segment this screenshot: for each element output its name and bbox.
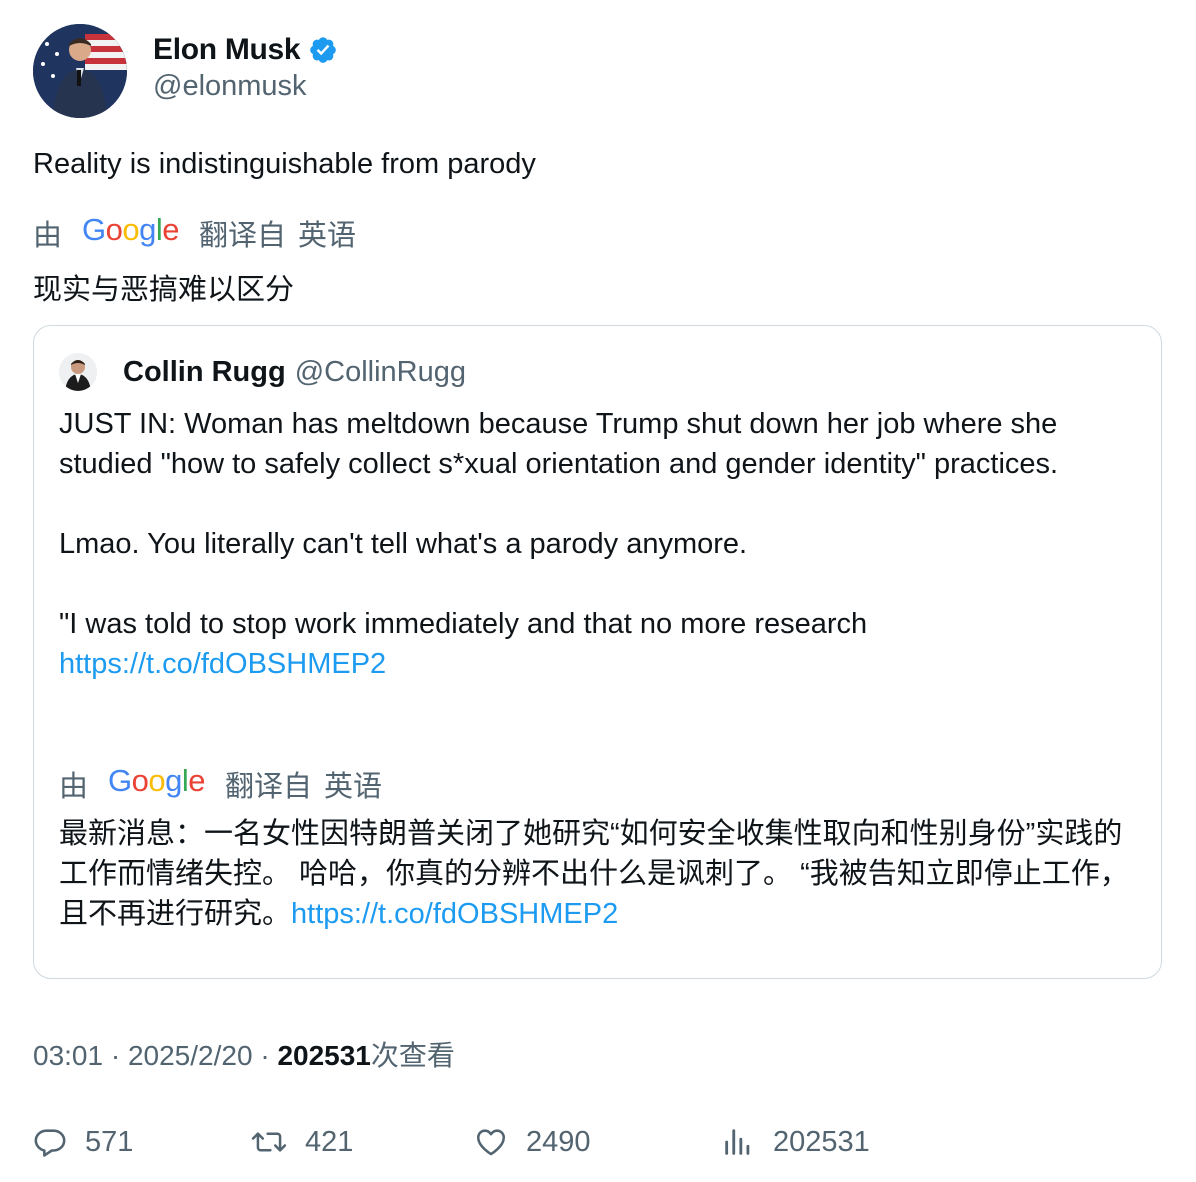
views-button[interactable]: 202531	[721, 1120, 870, 1164]
quoted-translated-text: 最新消息：一名女性因特朗普关闭了她研究“如何安全收集性取向和性别身份”实践的工作…	[59, 814, 1144, 934]
quoted-translation-attribution: 由 Google 翻译自 英语	[59, 763, 383, 804]
translated-from-label: 翻译自	[225, 771, 313, 803]
quoted-paragraph: "I was told to stop work immediately and…	[59, 608, 868, 640]
meta-separator: ·	[110, 1040, 121, 1071]
translated-from-label: 翻译自	[199, 220, 287, 252]
reply-count: 571	[85, 1125, 134, 1158]
tweet-text: Reality is indistinguishable from parody	[33, 148, 536, 180]
quoted-tweet-header: Collin Rugg @CollinRugg	[59, 352, 466, 392]
quoted-tweet-card[interactable]: Collin Rugg @CollinRugg JUST IN: Woman h…	[33, 325, 1162, 979]
author-name[interactable]: Elon Musk	[153, 33, 301, 67]
reply-icon	[34, 1129, 66, 1157]
google-logo: Google	[82, 212, 180, 247]
like-button[interactable]: 2490	[474, 1120, 591, 1164]
author-name-row: Elon Musk	[153, 30, 338, 70]
google-logo: Google	[108, 763, 206, 798]
author-handle[interactable]: @elonmusk	[153, 70, 307, 103]
retweet-count: 421	[305, 1125, 354, 1158]
verified-badge-icon	[308, 35, 338, 65]
like-icon	[476, 1129, 506, 1156]
avatar-image	[33, 24, 127, 118]
quoted-paragraph: Lmao. You literally can't tell what's a …	[59, 528, 748, 560]
translated-tweet-text: 现实与恶搞难以区分	[33, 274, 295, 306]
quoted-author-avatar	[59, 353, 97, 391]
quoted-author-name: Collin Rugg	[123, 355, 286, 388]
quoted-author-handle: @CollinRugg	[294, 355, 466, 388]
translated-by-label: 由	[33, 220, 63, 252]
views-label: 次查看	[370, 1040, 455, 1071]
source-language: 英语	[324, 771, 383, 803]
tweet-time[interactable]: 03:01	[33, 1040, 103, 1071]
quoted-link[interactable]: https://t.co/fdOBSHMEP2	[59, 648, 386, 680]
like-count: 2490	[526, 1125, 591, 1158]
tweet-meta: 03:01 · 2025/2/20 · 202531次查看	[33, 1034, 455, 1074]
source-language: 英语	[298, 220, 357, 252]
translated-by-label: 由	[59, 771, 89, 803]
author-avatar[interactable]	[33, 24, 127, 118]
meta-separator: ·	[260, 1040, 270, 1071]
quoted-tweet-text: JUST IN: Woman has meltdown because Trum…	[59, 404, 1139, 684]
views-action-count: 202531	[773, 1125, 870, 1158]
views-count: 202531	[277, 1040, 371, 1071]
translation-attribution: 由 Google 翻译自 英语	[33, 212, 357, 253]
quoted-paragraph: JUST IN: Woman has meltdown because Trum…	[59, 408, 1059, 480]
action-bar: 571 421 2490 202531	[33, 1120, 1164, 1164]
quoted-translated-link[interactable]: https://t.co/fdOBSHMEP2	[291, 898, 618, 930]
retweet-icon	[251, 1132, 287, 1152]
tweet-header: Elon Musk @elonmusk	[33, 24, 633, 120]
reply-button[interactable]: 571	[33, 1120, 133, 1164]
retweet-button[interactable]: 421	[251, 1120, 353, 1164]
views-icon	[725, 1129, 750, 1155]
tweet-date[interactable]: 2025/2/20	[128, 1040, 253, 1071]
